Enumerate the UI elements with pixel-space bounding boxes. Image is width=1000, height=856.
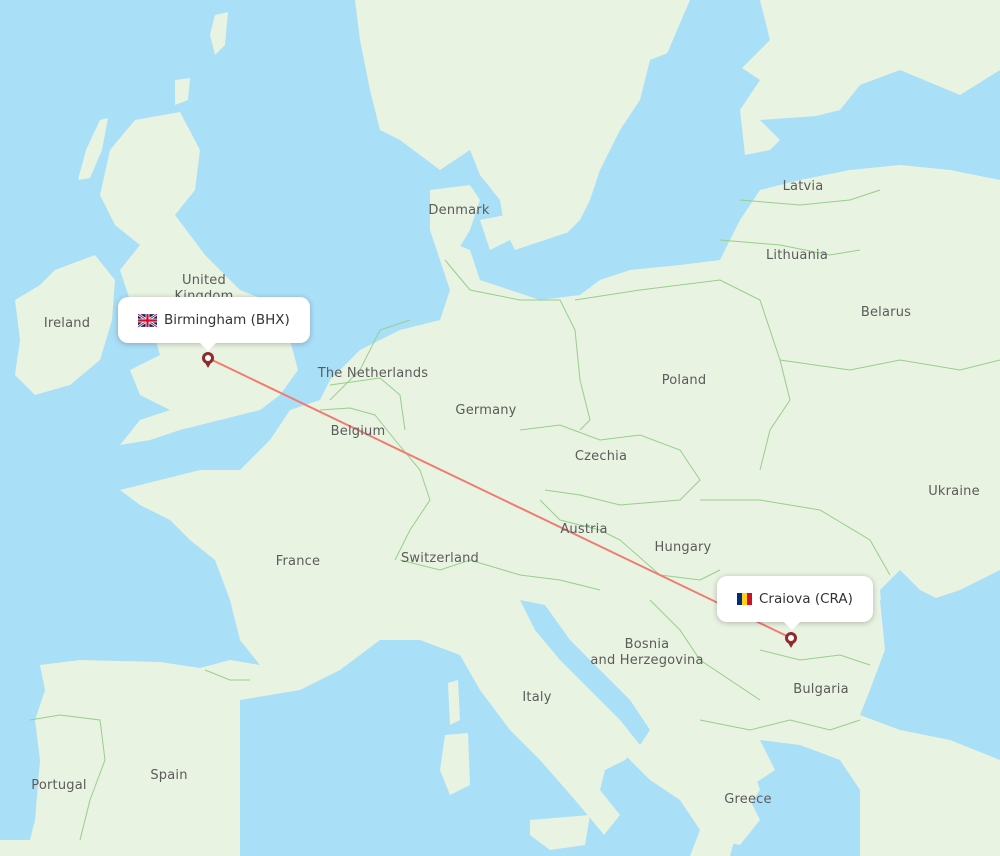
country-label-denmark: Denmark: [428, 203, 490, 218]
country-label-portugal: Portugal: [31, 778, 87, 793]
map-canvas[interactable]: Ireland United Kingdom Denmark The Nethe…: [0, 0, 1000, 856]
country-label-ireland: Ireland: [43, 316, 91, 331]
country-label-bosnia-and-herzegovina: Bosnia and Herzegovina: [590, 637, 704, 668]
united-kingdom-flag-icon: [138, 313, 157, 327]
country-label-germany: Germany: [455, 403, 517, 418]
country-label-poland: Poland: [661, 373, 707, 388]
country-label-spain: Spain: [150, 768, 188, 783]
destination-airport-callout[interactable]: Craiova (CRA): [717, 576, 873, 630]
country-label-switzerland: Switzerland: [400, 551, 480, 566]
country-label-france: France: [275, 554, 321, 569]
country-label-latvia: Latvia: [782, 179, 824, 194]
country-label-greece: Greece: [724, 792, 772, 807]
country-label-lithuania: Lithuania: [765, 248, 829, 263]
destination-airport-name: Craiova (CRA): [759, 591, 853, 607]
country-label-italy: Italy: [522, 690, 552, 705]
country-label-the-netherlands: The Netherlands: [317, 366, 429, 381]
country-label-hungary: Hungary: [654, 540, 712, 555]
country-label-ukraine: Ukraine: [928, 484, 980, 499]
origin-airport-callout[interactable]: Birmingham (BHX): [118, 297, 310, 351]
origin-airport-name: Birmingham (BHX): [164, 312, 290, 328]
country-label-belgium: Belgium: [330, 424, 386, 439]
country-label-czechia: Czechia: [574, 449, 628, 464]
map-base-layer: [0, 0, 1000, 856]
country-label-belarus: Belarus: [860, 305, 912, 320]
country-label-austria: Austria: [560, 522, 608, 537]
country-label-bulgaria: Bulgaria: [793, 682, 849, 697]
romania-flag-icon: [737, 593, 752, 605]
